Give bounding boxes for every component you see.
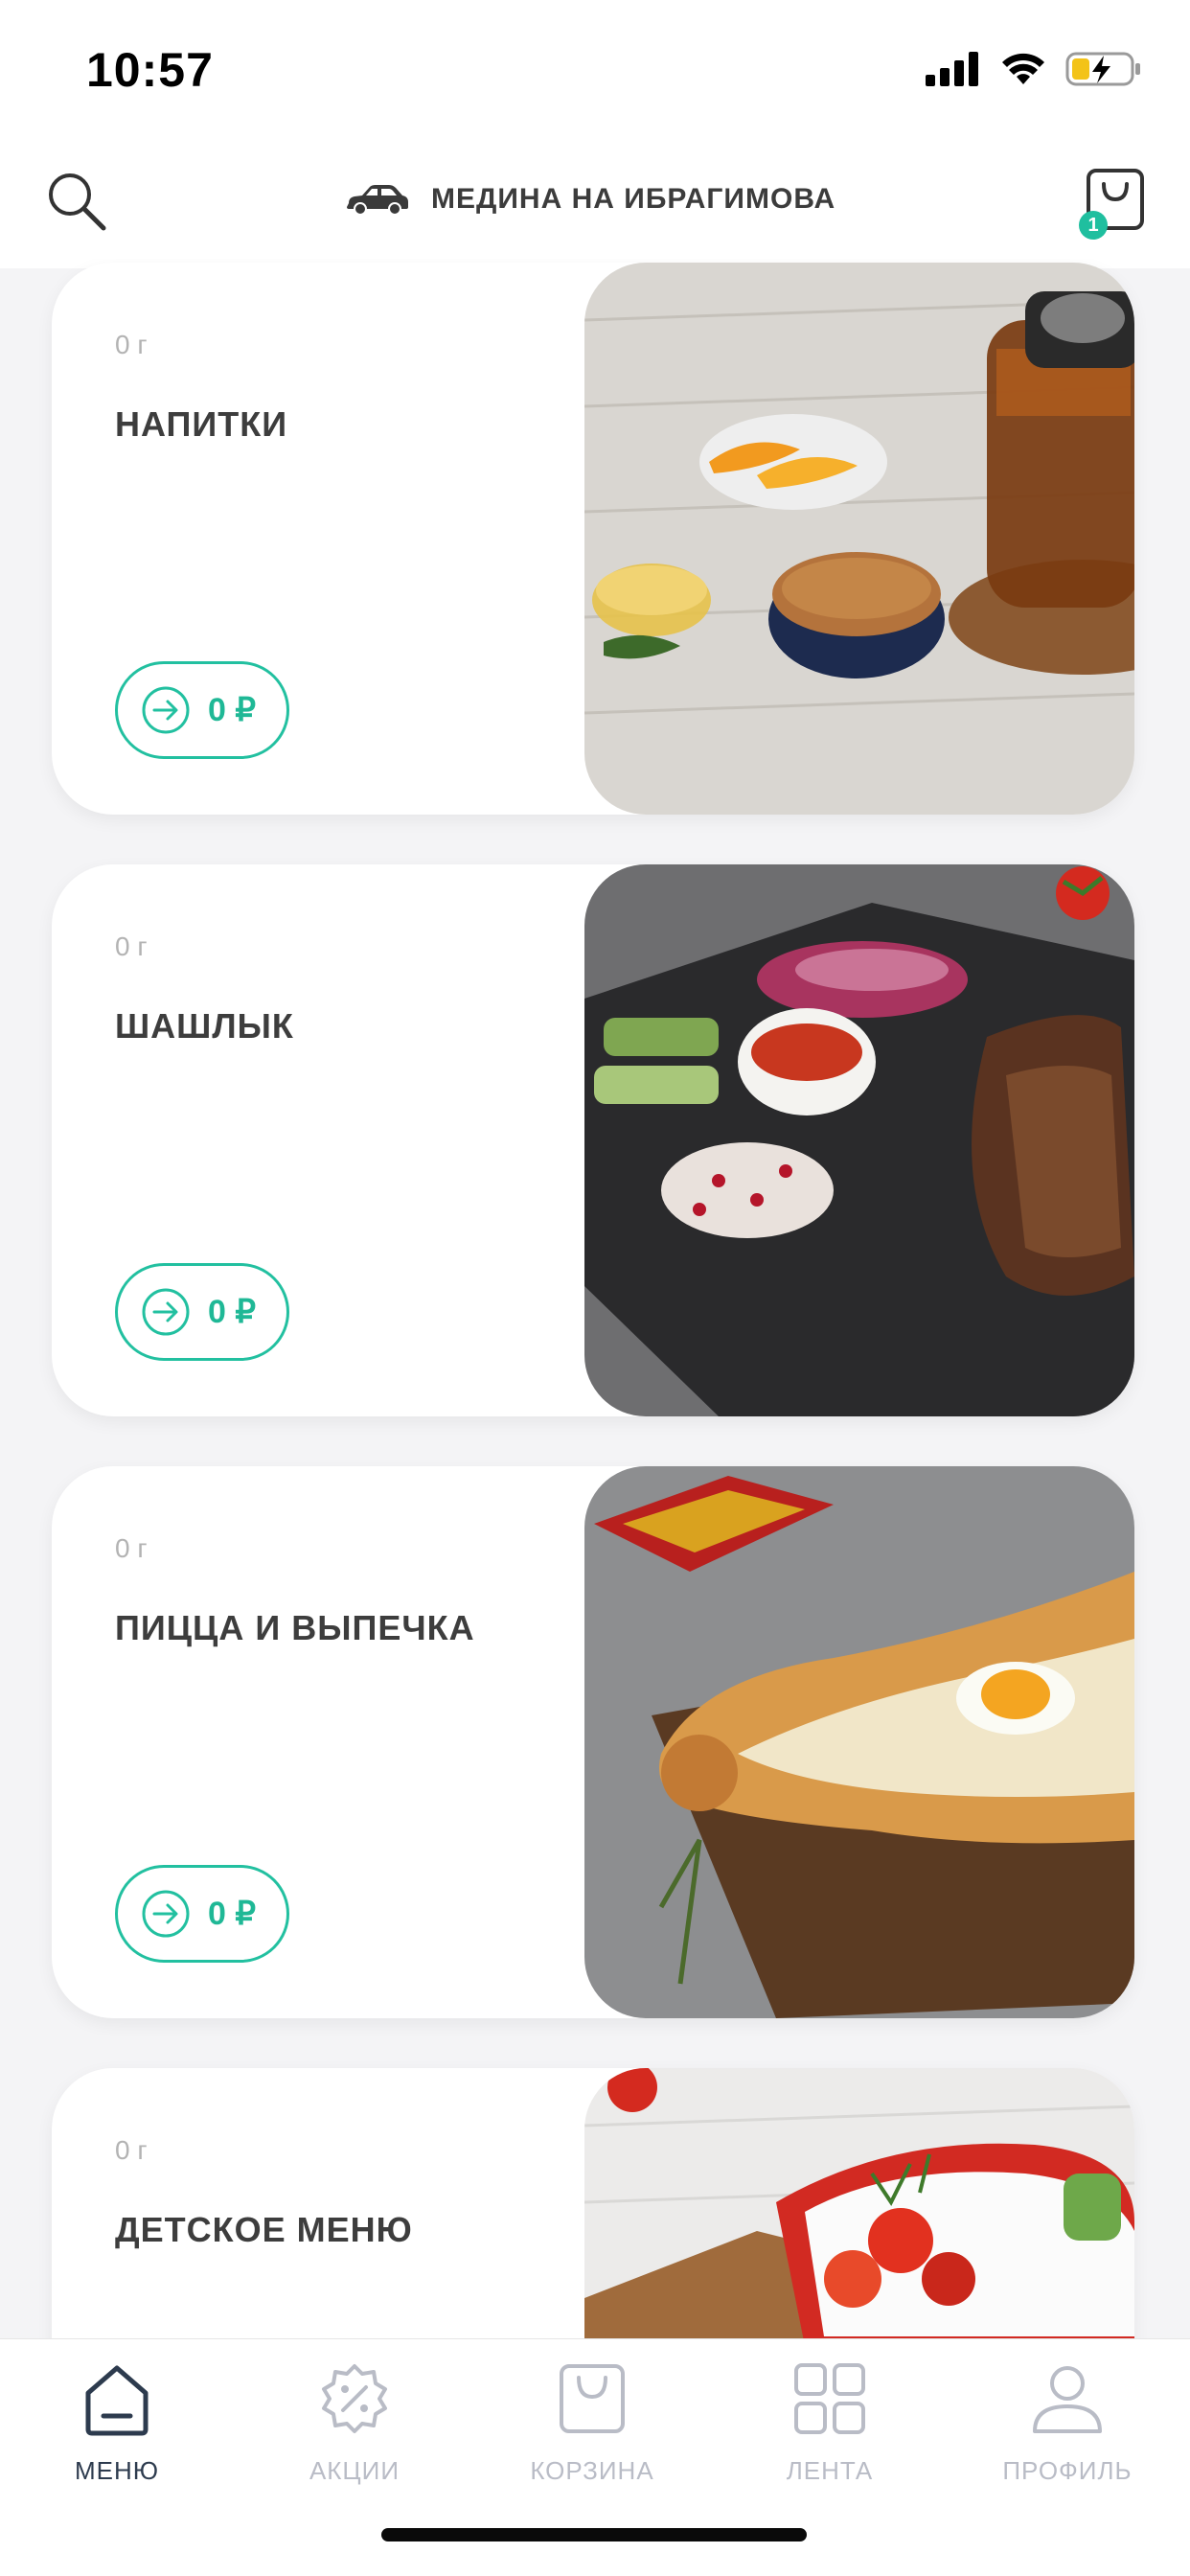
cart-count-badge: 1	[1079, 211, 1108, 240]
discount-badge-icon	[314, 2358, 395, 2439]
category-card-kids-menu[interactable]: 0 г ДЕТСКОЕ МЕНЮ 0 ₽	[52, 2068, 1134, 2338]
car-icon	[347, 185, 408, 216]
arrow-right-circle-icon	[142, 1288, 190, 1336]
tab-cart[interactable]: КОРЗИНА	[496, 2358, 688, 2521]
search-icon	[49, 173, 106, 231]
drinks-photo	[584, 263, 1134, 815]
cellular-signal-icon	[926, 52, 978, 86]
status-bar: 10:57	[0, 0, 1190, 134]
wifi-icon	[1002, 53, 1044, 84]
user-icon	[1027, 2358, 1108, 2439]
home-icon	[77, 2358, 157, 2439]
tab-profile[interactable]: ПРОФИЛЬ	[972, 2358, 1163, 2521]
category-title: ШАШЛЫК	[115, 1006, 294, 1046]
arrow-right-circle-icon	[142, 686, 190, 734]
app-header: МЕДИНА НА ИБРАГИМОВА 1	[0, 134, 1190, 268]
delivery-location-button[interactable]: МЕДИНА НА ИБРАГИМОВА	[345, 171, 835, 228]
grid-icon	[790, 2358, 870, 2439]
shashlik-photo	[584, 864, 1134, 1416]
cart-button[interactable]: 1	[1071, 161, 1152, 242]
category-card-shashlik[interactable]: 0 г ШАШЛЫК 0 ₽	[52, 864, 1134, 1416]
tab-label: КОРЗИНА	[530, 2456, 654, 2485]
status-time: 10:57	[86, 43, 214, 97]
category-list: 0 г НАПИТКИ 0 ₽ 0 г ШАШЛЫК 0 ₽ 0 г ПИЦЦА…	[0, 259, 1190, 2338]
category-weight: 0 г	[115, 1533, 148, 1563]
category-weight: 0 г	[115, 330, 148, 359]
category-price: 0 ₽	[208, 1294, 256, 1330]
battery-charging-icon	[1065, 52, 1140, 86]
restaurant-name: МЕДИНА НА ИБРАГИМОВА	[431, 183, 836, 215]
tab-promotions[interactable]: АКЦИИ	[259, 2358, 450, 2521]
category-price: 0 ₽	[208, 692, 256, 728]
category-card-napitki[interactable]: 0 г НАПИТКИ 0 ₽	[52, 263, 1134, 815]
tab-menu[interactable]: МЕНЮ	[21, 2358, 213, 2521]
shopping-bag-icon	[552, 2358, 632, 2439]
tab-label: ЛЕНТА	[786, 2456, 874, 2485]
search-button[interactable]	[38, 163, 115, 240]
screen: 10:57 МЕДИНА НА ИБРАГИМОВА 1 0 г НАПИТКИ…	[0, 0, 1190, 2576]
tab-label: АКЦИИ	[309, 2456, 400, 2485]
category-card-pizza[interactable]: 0 г ПИЦЦА И ВЫПЕЧКА 0 ₽	[52, 1466, 1134, 2018]
category-title: ПИЦЦА И ВЫПЕЧКА	[115, 1608, 475, 1647]
category-weight: 0 г	[115, 932, 148, 961]
category-price-button[interactable]: 0 ₽	[115, 1865, 289, 1963]
category-title: НАПИТКИ	[115, 404, 288, 444]
tab-feed[interactable]: ЛЕНТА	[734, 2358, 926, 2521]
category-price-button[interactable]: 0 ₽	[115, 1263, 289, 1361]
category-price: 0 ₽	[208, 1896, 256, 1932]
khachapuri-photo	[584, 1466, 1134, 2018]
home-indicator[interactable]	[381, 2528, 807, 2542]
category-title: ДЕТСКОЕ МЕНЮ	[115, 2210, 413, 2249]
category-price-button[interactable]: 0 ₽	[115, 661, 289, 759]
kids-menu-photo	[584, 2068, 1134, 2338]
status-icons	[926, 50, 1142, 88]
tab-label: ПРОФИЛЬ	[1002, 2456, 1133, 2485]
arrow-right-circle-icon	[142, 1890, 190, 1938]
tab-label: МЕНЮ	[74, 2456, 160, 2485]
category-weight: 0 г	[115, 2135, 148, 2165]
